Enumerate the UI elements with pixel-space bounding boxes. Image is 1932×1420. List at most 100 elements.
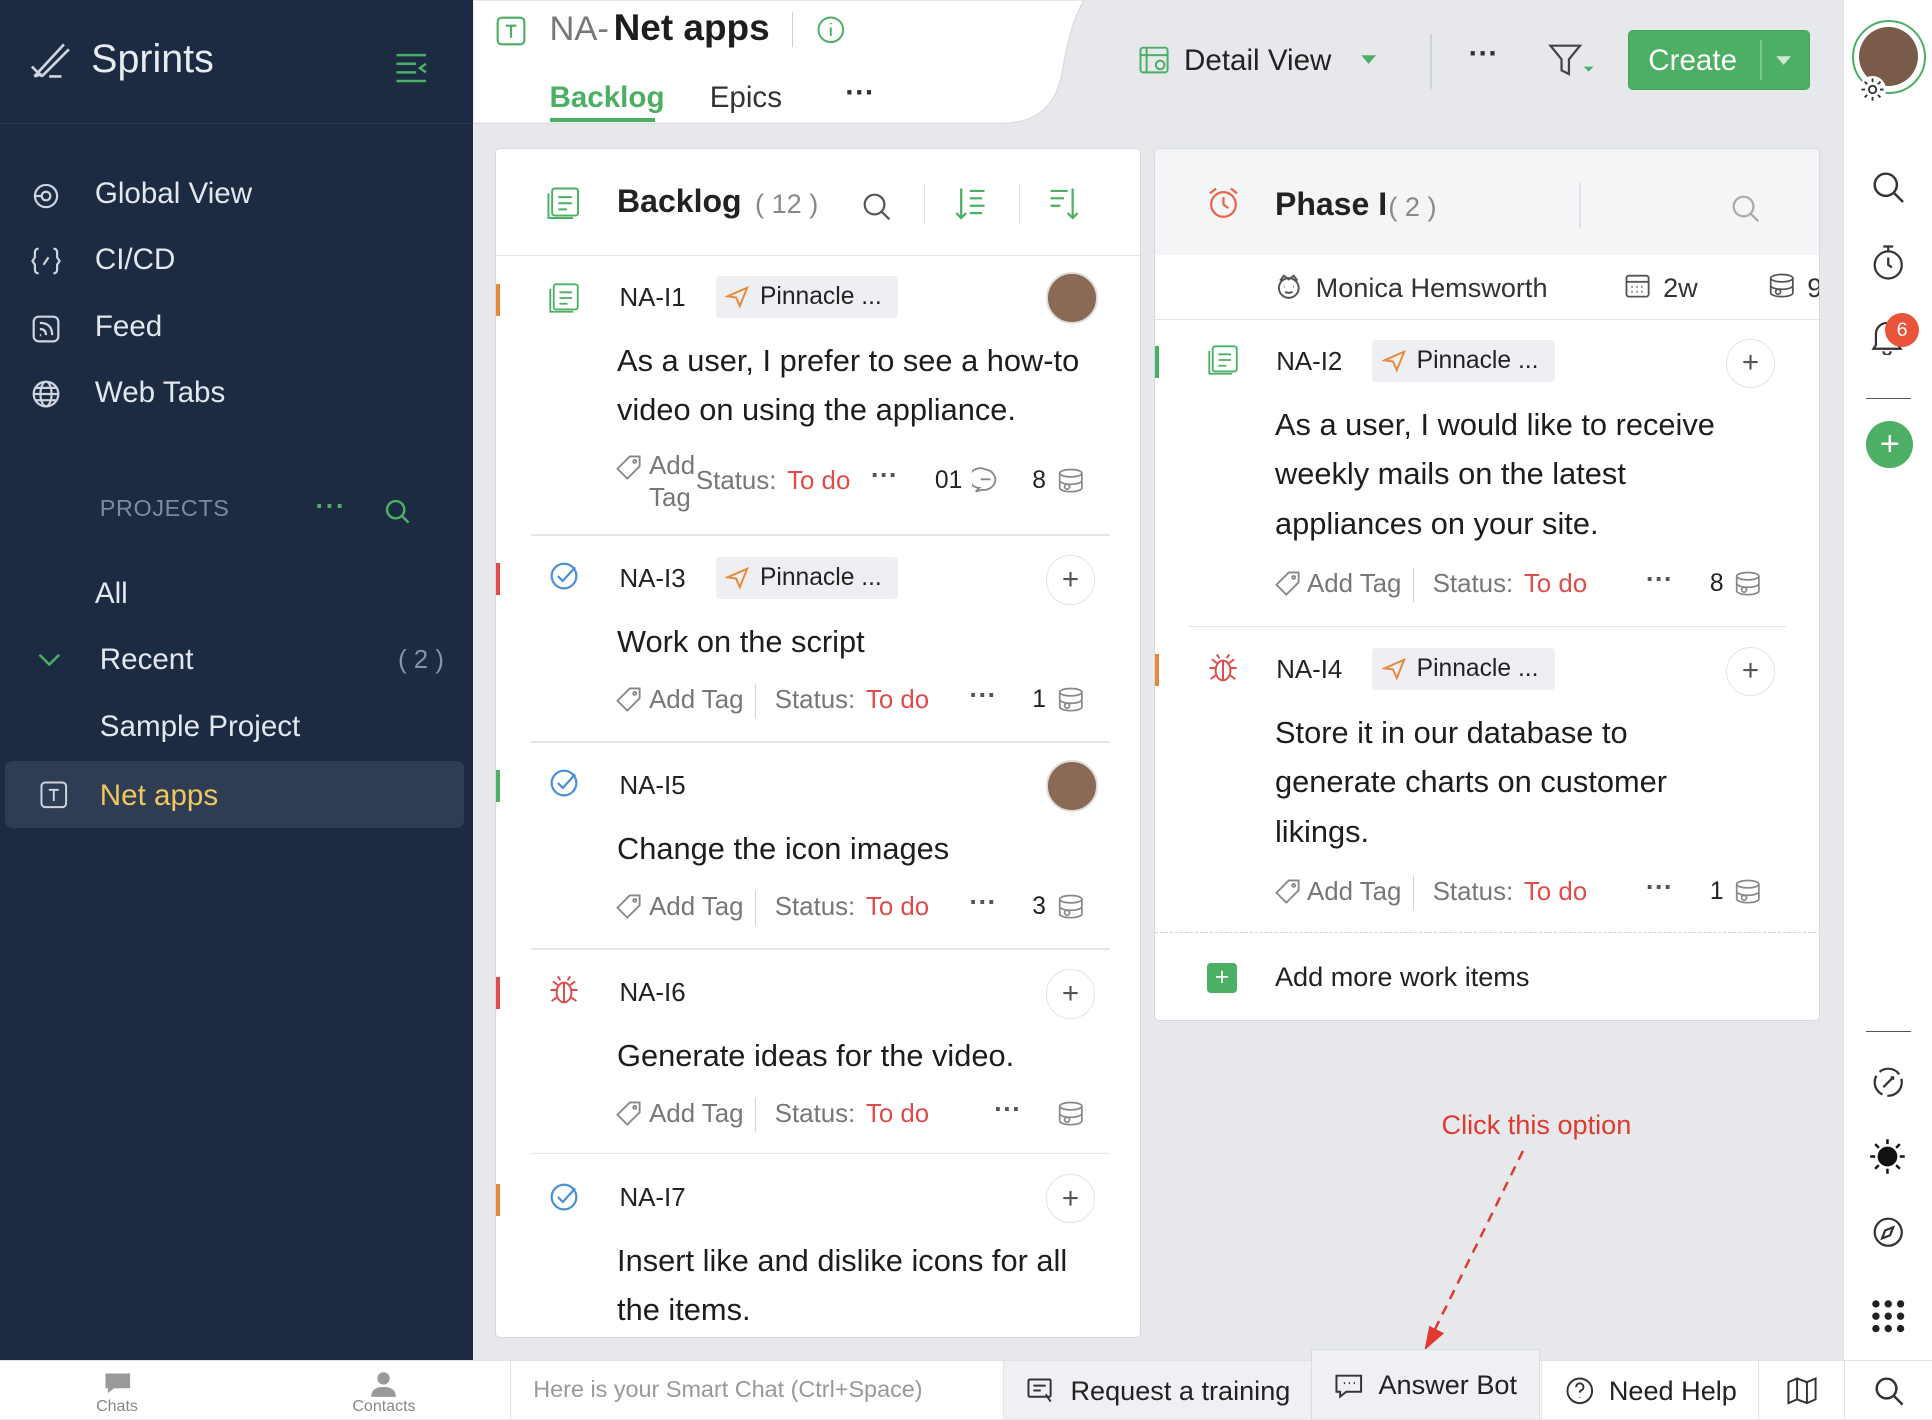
- quick-add-button[interactable]: +: [1866, 421, 1914, 469]
- bottom-search-icon[interactable]: [1844, 1361, 1931, 1420]
- phase-owner[interactable]: Monica Hemsworth: [1316, 272, 1548, 304]
- collapse-sidebar-icon[interactable]: [394, 49, 428, 83]
- add-tag-link[interactable]: Add Tag: [649, 893, 743, 922]
- compass-icon[interactable]: [1871, 1215, 1905, 1249]
- project-net-apps[interactable]: Net apps: [4, 761, 465, 828]
- item-title-line[interactable]: generate charts on customer: [1275, 757, 1667, 806]
- status-value[interactable]: To do: [787, 467, 850, 496]
- item-title-line[interactable]: As a user, I prefer to see a how-to: [617, 336, 1079, 385]
- item-title-line[interactable]: Change the icon images: [617, 824, 949, 873]
- item-more-icon[interactable]: ···: [871, 459, 898, 491]
- status-value[interactable]: To do: [866, 893, 929, 922]
- item-id[interactable]: NA-I4: [1276, 656, 1342, 685]
- item-id[interactable]: NA-I3: [620, 565, 686, 594]
- reorder-icon[interactable]: [1048, 186, 1080, 220]
- integration-icon[interactable]: [1871, 1065, 1905, 1099]
- map-icon[interactable]: [1758, 1361, 1844, 1420]
- projects-search-icon[interactable]: [384, 498, 411, 525]
- epic-chip[interactable]: Pinnacle ...: [715, 556, 898, 599]
- sidebar-item-ci-cd[interactable]: CI/CD: [0, 228, 473, 290]
- status-value[interactable]: To do: [866, 686, 929, 715]
- filter-icon[interactable]: [1547, 42, 1595, 79]
- item-id[interactable]: NA-I1: [620, 284, 686, 313]
- add-assignee-button[interactable]: +: [1045, 969, 1096, 1019]
- status-value[interactable]: To do: [866, 1100, 929, 1129]
- detail-view-dropdown[interactable]: Detail View: [1184, 44, 1331, 78]
- project-recent[interactable]: Recent: [100, 643, 194, 677]
- item-title-line[interactable]: appliances on your site.: [1275, 499, 1599, 548]
- search-icon[interactable]: [1871, 170, 1905, 204]
- add-assignee-button[interactable]: +: [1725, 338, 1776, 388]
- tabs-more-icon[interactable]: ···: [845, 76, 875, 110]
- work-item-card[interactable]: NA-I4 Pinnacle ... + Store it in our dat…: [1155, 627, 1818, 930]
- projects-more-icon[interactable]: ···: [315, 490, 346, 522]
- item-title-line[interactable]: video on using the appliance.: [617, 385, 1016, 434]
- sidebar-item-global-view[interactable]: Global View: [0, 163, 473, 225]
- create-dropdown-icon[interactable]: [1775, 55, 1792, 66]
- chats-label[interactable]: Chats: [96, 1398, 138, 1416]
- item-title-line[interactable]: As a user, I would like to receive: [1275, 400, 1715, 449]
- create-button[interactable]: Create: [1627, 29, 1810, 90]
- answer-bot-button[interactable]: Answer Bot: [1310, 1348, 1541, 1420]
- chevron-down-icon[interactable]: [1360, 54, 1377, 65]
- item-more-icon[interactable]: ···: [994, 1093, 1021, 1125]
- status-value[interactable]: To do: [1524, 570, 1587, 599]
- contacts-icon[interactable]: [370, 1371, 397, 1398]
- work-item-card[interactable]: NA-I5 Change the icon images Add Tag Sta…: [496, 743, 1140, 950]
- tab-backlog[interactable]: Backlog: [550, 81, 665, 115]
- comment-icon[interactable]: [971, 467, 999, 494]
- epic-chip[interactable]: Pinnacle ...: [1372, 339, 1555, 382]
- phase-search-icon[interactable]: [1730, 193, 1762, 225]
- work-item-card[interactable]: NA-I7 + Insert like and dislike icons fo…: [496, 1154, 1140, 1337]
- more-options-icon[interactable]: ···: [1469, 37, 1499, 71]
- apps-grid-icon[interactable]: [1871, 1299, 1905, 1333]
- project-sample[interactable]: Sample Project: [100, 710, 300, 744]
- settings-gear-icon[interactable]: [1859, 76, 1887, 104]
- add-assignee-button[interactable]: +: [1725, 646, 1776, 696]
- add-tag-link[interactable]: Add Tag: [649, 686, 743, 715]
- item-id[interactable]: NA-I5: [620, 772, 686, 801]
- work-item-card[interactable]: NA-I6 + Generate ideas for the video. Ad…: [496, 950, 1140, 1155]
- add-more-work-items-button[interactable]: + Add more work items: [1155, 934, 1818, 1021]
- sort-icon[interactable]: [955, 186, 987, 220]
- add-assignee-button[interactable]: +: [1045, 1173, 1096, 1224]
- add-assignee-button[interactable]: +: [1045, 555, 1096, 605]
- need-help-button[interactable]: Need Help: [1541, 1361, 1758, 1420]
- backlog-search-icon[interactable]: [861, 191, 893, 223]
- avatar[interactable]: [1045, 759, 1098, 812]
- item-title-line[interactable]: weekly mails on the latest: [1275, 449, 1626, 498]
- item-title-line[interactable]: Generate ideas for the video.: [617, 1031, 1014, 1080]
- work-item-card[interactable]: NA-I2 Pinnacle ... + As a user, I would …: [1155, 319, 1818, 627]
- item-id[interactable]: NA-I6: [620, 979, 686, 1008]
- request-training-button[interactable]: Request a training: [1002, 1361, 1311, 1420]
- avatar[interactable]: [1045, 272, 1098, 324]
- status-value[interactable]: To do: [1524, 878, 1587, 907]
- add-tag-link[interactable]: Add Tag: [1307, 570, 1401, 599]
- recent-chevron-icon[interactable]: [37, 651, 62, 668]
- timer-icon[interactable]: [1871, 244, 1905, 281]
- chats-icon[interactable]: [103, 1371, 133, 1396]
- item-title-line[interactable]: the items.: [617, 1285, 751, 1334]
- item-more-icon[interactable]: ···: [1646, 871, 1673, 903]
- item-title-line[interactable]: Work on the script: [617, 617, 865, 666]
- epic-chip[interactable]: Pinnacle ...: [1372, 647, 1555, 690]
- add-tag-link[interactable]: Add Tag: [649, 1100, 743, 1129]
- work-item-card[interactable]: NA-I3 Pinnacle ... + Work on the script …: [496, 536, 1140, 743]
- add-tag-link[interactable]: Add: [649, 452, 695, 481]
- item-title-line[interactable]: Insert like and dislike icons for all: [617, 1236, 1067, 1285]
- add-tag-link[interactable]: Tag: [649, 484, 691, 513]
- item-id[interactable]: NA-I7: [620, 1184, 686, 1213]
- contacts-label[interactable]: Contacts: [352, 1398, 415, 1416]
- project-all[interactable]: All: [95, 577, 128, 611]
- add-tag-link[interactable]: Add Tag: [1307, 878, 1401, 907]
- item-id[interactable]: NA-I2: [1276, 348, 1342, 377]
- item-more-icon[interactable]: ···: [1646, 563, 1673, 595]
- item-more-icon[interactable]: ···: [969, 679, 996, 711]
- epic-chip[interactable]: Pinnacle ...: [715, 275, 898, 318]
- item-title-line[interactable]: likings.: [1275, 807, 1369, 856]
- smart-chat-input[interactable]: Here is your Smart Chat (Ctrl+Space): [510, 1361, 1003, 1420]
- tab-epics[interactable]: Epics: [710, 81, 782, 115]
- item-more-icon[interactable]: ···: [969, 886, 996, 918]
- sidebar-item-web-tabs[interactable]: Web Tabs: [0, 361, 473, 423]
- item-title-line[interactable]: Store it in our database to: [1275, 708, 1628, 757]
